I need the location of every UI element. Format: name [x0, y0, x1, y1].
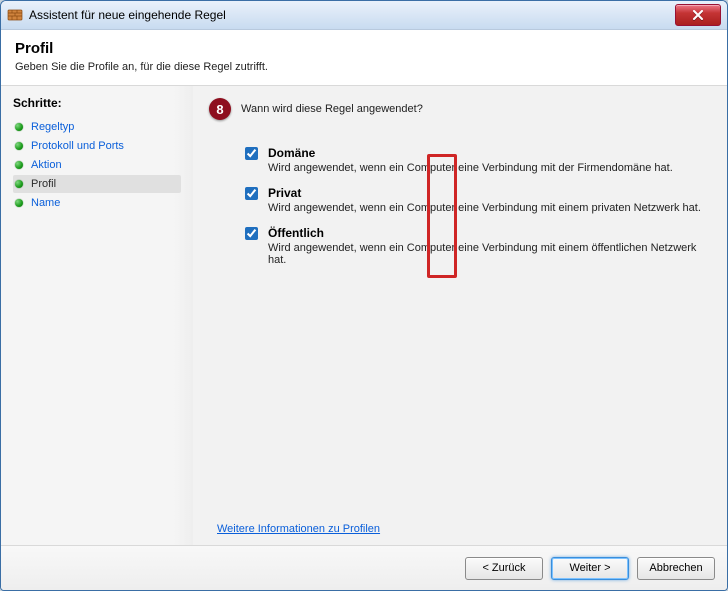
bullet-icon: [15, 180, 23, 188]
step-name[interactable]: Name: [13, 194, 181, 212]
page-title: Profil: [15, 40, 713, 57]
close-button[interactable]: [675, 4, 721, 26]
profile-public-label: Öffentlich: [268, 226, 324, 240]
prompt-row: 8 Wann wird diese Regel angewendet?: [209, 98, 709, 120]
step-regeltyp[interactable]: Regeltyp: [13, 118, 181, 136]
page-subtitle: Geben Sie die Profile an, für die diese …: [15, 61, 713, 73]
profile-public-desc: Wird angewendet, wenn ein Computer eine …: [268, 242, 709, 266]
bullet-icon: [15, 161, 23, 169]
back-button[interactable]: < Zurück: [465, 557, 543, 580]
cancel-button[interactable]: Abbrechen: [637, 557, 715, 580]
step-label: Regeltyp: [31, 121, 74, 133]
profile-domain-desc: Wird angewendet, wenn ein Computer eine …: [268, 162, 709, 174]
step-protokoll-und-ports[interactable]: Protokoll und Ports: [13, 137, 181, 155]
annotation-badge: 8: [209, 98, 231, 120]
learn-more-link[interactable]: Weitere Informationen zu Profilen: [217, 523, 380, 535]
main-content: 8 Wann wird diese Regel angewendet? Domä…: [193, 86, 727, 545]
sidebar-heading: Schritte:: [13, 96, 181, 110]
titlebar: Assistent für neue eingehende Regel: [1, 1, 727, 30]
profile-public: Öffentlich Wird angewendet, wenn ein Com…: [245, 226, 709, 266]
wizard-header: Profil Geben Sie die Profile an, für die…: [1, 30, 727, 86]
step-profil[interactable]: Profil: [13, 175, 181, 193]
profile-private: Privat Wird angewendet, wenn ein Compute…: [245, 186, 709, 214]
bullet-icon: [15, 142, 23, 150]
close-icon: [692, 10, 704, 20]
prompt-text: Wann wird diese Regel angewendet?: [241, 103, 423, 115]
next-button[interactable]: Weiter >: [551, 557, 629, 580]
profile-domain-label: Domäne: [268, 146, 315, 160]
bullet-icon: [15, 123, 23, 131]
step-label: Aktion: [31, 159, 62, 171]
step-aktion[interactable]: Aktion: [13, 156, 181, 174]
checkbox-domain[interactable]: [245, 147, 258, 160]
step-label: Profil: [31, 178, 56, 190]
checkbox-public[interactable]: [245, 227, 258, 240]
window-title: Assistent für neue eingehende Regel: [29, 8, 675, 22]
checkbox-private[interactable]: [245, 187, 258, 200]
profile-domain: Domäne Wird angewendet, wenn ein Compute…: [245, 146, 709, 174]
profile-private-desc: Wird angewendet, wenn ein Computer eine …: [268, 202, 709, 214]
step-label: Name: [31, 197, 60, 209]
button-bar: < Zurück Weiter > Abbrechen: [1, 545, 727, 590]
bullet-icon: [15, 199, 23, 207]
sidebar: Schritte: Regeltyp Protokoll und Ports A…: [1, 86, 193, 545]
wizard-window: Assistent für neue eingehende Regel Prof…: [0, 0, 728, 591]
step-label: Protokoll und Ports: [31, 140, 124, 152]
wizard-body: Schritte: Regeltyp Protokoll und Ports A…: [1, 86, 727, 545]
profile-private-label: Privat: [268, 186, 301, 200]
firewall-icon: [7, 7, 23, 23]
